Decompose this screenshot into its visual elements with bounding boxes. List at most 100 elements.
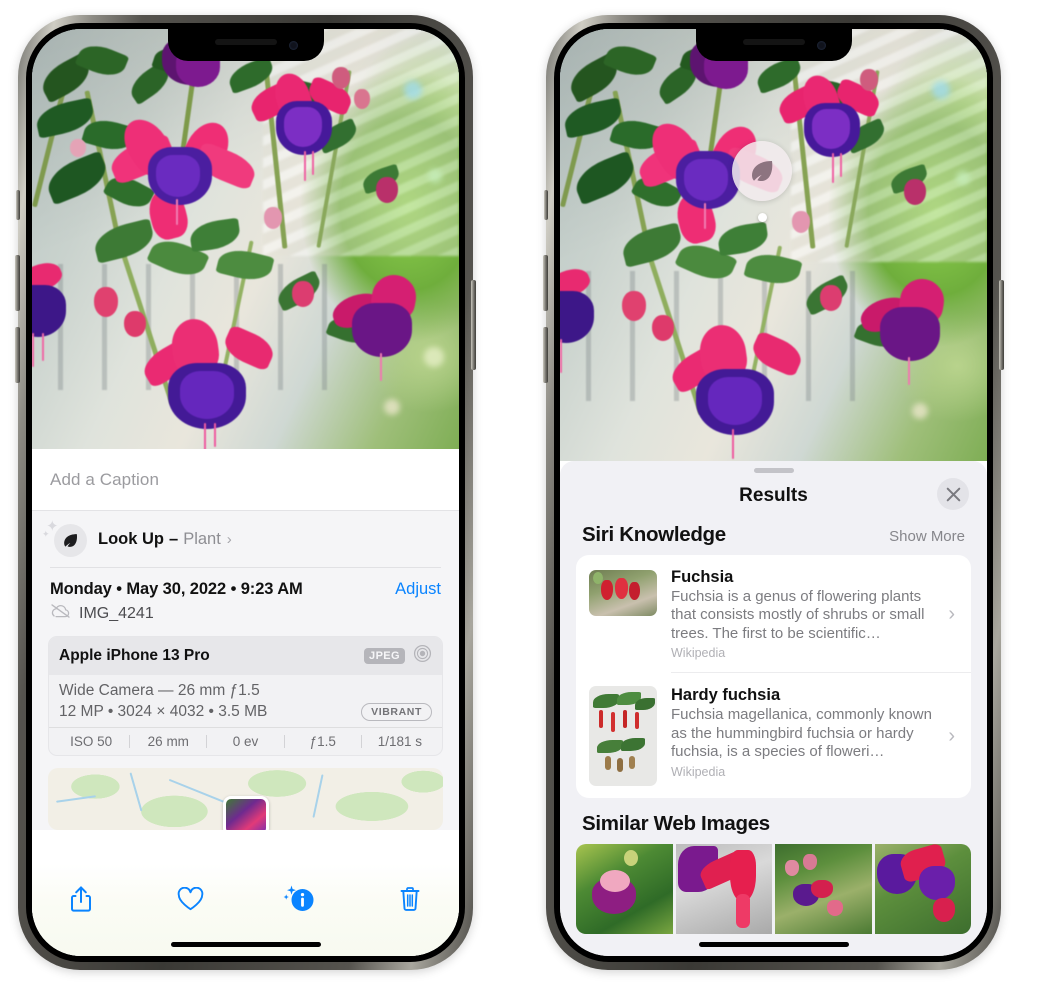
look-up-subject: Plant	[183, 529, 221, 548]
knowledge-description: Fuchsia is a genus of flowering plants t…	[671, 587, 925, 642]
front-camera-icon	[288, 41, 298, 50]
exif-size-row: 12 MP • 3024 × 4032 • 3.5 MB VIBRANT	[59, 703, 432, 721]
exif-device: Apple iPhone 13 Pro	[59, 647, 210, 664]
web-image-2[interactable]	[675, 844, 772, 935]
leaf-icon	[732, 141, 792, 201]
home-indicator[interactable]	[698, 942, 849, 947]
delete-button[interactable]	[389, 878, 431, 920]
look-up-row[interactable]: ✦ ✦ Look Up – Plant ›	[32, 511, 459, 567]
photo-flower	[560, 263, 628, 385]
photo-flower	[856, 275, 980, 389]
adjust-button[interactable]: Adjust	[395, 580, 441, 599]
badge-anchor-dot	[757, 213, 767, 222]
exif-body: Wide Camera — 26 mm ƒ1.5 12 MP • 3024 × …	[49, 675, 442, 727]
location-map[interactable]	[48, 768, 443, 830]
caption-placeholder: Add a Caption	[50, 469, 160, 489]
volume-up-button[interactable]	[15, 255, 20, 311]
silent-switch[interactable]	[544, 190, 548, 220]
photo-flower	[774, 70, 888, 195]
style-badge: VIBRANT	[361, 703, 432, 721]
leaf-icon	[54, 524, 87, 557]
knowledge-thumbnail	[589, 686, 657, 787]
volume-down-button[interactable]	[15, 327, 20, 383]
knowledge-title: Hardy fuchsia	[671, 686, 781, 705]
look-up-label: Look Up	[98, 529, 164, 548]
caption-field[interactable]: Add a Caption	[32, 449, 459, 511]
web-image-4[interactable]	[874, 844, 971, 935]
photo-viewer[interactable]	[32, 29, 459, 449]
close-button[interactable]	[937, 478, 969, 510]
favorite-button[interactable]	[170, 878, 212, 920]
results-sheet: Results Siri Knowledge Show More Fuchsia…	[560, 461, 987, 956]
exif-header-badges: JPEG	[364, 644, 432, 668]
left-phone-frame: Add a Caption ✦ ✦ Look Up – Plant › Mond…	[15, 15, 476, 970]
exif-card: Apple iPhone 13 Pro JPEG Wide Camera — 2…	[48, 636, 443, 756]
device-notch	[695, 29, 852, 61]
photo-date: Monday • May 30, 2022 • 9:23 AM	[50, 580, 303, 598]
exif-stat-shutter: 1/181 s	[377, 734, 423, 749]
siri-knowledge-title: Siri Knowledge	[582, 523, 726, 546]
knowledge-text: Hardy fuchsia Fuchsia magellanica, commo…	[657, 686, 948, 778]
info-button[interactable]	[279, 878, 321, 920]
show-more-button[interactable]: Show More	[889, 528, 965, 545]
knowledge-row[interactable]: Fuchsia Fuchsia is a genus of flowering …	[576, 555, 971, 672]
similar-web-images-strip[interactable]	[576, 844, 971, 935]
right-phone-bezel: Results Siri Knowledge Show More Fuchsia…	[554, 23, 993, 962]
front-camera-icon	[816, 41, 826, 50]
photo-viewer[interactable]	[560, 29, 987, 461]
share-button[interactable]	[60, 878, 102, 920]
volume-up-button[interactable]	[543, 255, 548, 311]
photo-flower	[328, 271, 452, 385]
right-phone-screen: Results Siri Knowledge Show More Fuchsia…	[560, 29, 987, 956]
exif-stat-iso: ISO 50	[70, 734, 113, 749]
silent-switch[interactable]	[16, 190, 20, 220]
exif-stat-aperture: ƒ1.5	[309, 734, 336, 749]
map-photo-pin[interactable]	[222, 796, 269, 830]
right-phone-frame: Results Siri Knowledge Show More Fuchsia…	[543, 15, 1004, 970]
photo-flower	[666, 322, 810, 459]
device-notch	[167, 29, 324, 61]
visual-look-up-badge[interactable]	[732, 141, 792, 222]
exif-lens: Wide Camera — 26 mm ƒ1.5	[59, 682, 260, 699]
home-indicator[interactable]	[170, 942, 321, 947]
file-row: IMG_4241	[32, 599, 459, 634]
web-image-1[interactable]	[576, 844, 673, 935]
earpiece-speaker-icon	[742, 39, 805, 45]
chevron-right-icon: ›	[948, 602, 955, 625]
knowledge-source: Wikipedia	[671, 764, 726, 779]
knowledge-row[interactable]: Hardy fuchsia Fuchsia magellanica, commo…	[576, 673, 971, 798]
siri-knowledge-header: Siri Knowledge Show More	[560, 519, 987, 555]
results-title: Results	[739, 485, 808, 506]
left-phone-screen: Add a Caption ✦ ✦ Look Up – Plant › Mond…	[32, 29, 459, 956]
exif-header: Apple iPhone 13 Pro JPEG	[49, 637, 442, 675]
map-pin-thumbnail	[225, 799, 266, 830]
photo-info-sheet: Add a Caption ✦ ✦ Look Up – Plant › Mond…	[32, 449, 459, 956]
exif-size: 12 MP • 3024 × 4032 • 3.5 MB	[59, 703, 268, 720]
aperture-icon	[413, 644, 432, 668]
date-row: Monday • May 30, 2022 • 9:23 AM Adjust	[32, 568, 459, 599]
knowledge-text: Fuchsia Fuchsia is a genus of flowering …	[657, 568, 948, 660]
knowledge-thumbnail	[589, 570, 657, 616]
icloud-slash-icon	[50, 603, 71, 624]
file-name: IMG_4241	[79, 604, 154, 622]
format-badge: JPEG	[364, 648, 405, 664]
look-up-block: ✦ ✦ Look Up – Plant › Monday • May 30, 2…	[32, 511, 459, 830]
chevron-right-icon: ›	[948, 724, 955, 747]
sparkle-small-icon: ✦	[42, 529, 50, 539]
results-header: Results	[560, 473, 987, 519]
photo-flower	[32, 257, 100, 379]
photo-flower	[106, 110, 260, 243]
earpiece-speaker-icon	[214, 39, 277, 45]
power-button[interactable]	[999, 280, 1004, 370]
volume-down-button[interactable]	[543, 327, 548, 383]
similar-web-images-title: Similar Web Images	[582, 812, 770, 836]
exif-stat-ev: 0 ev	[232, 734, 259, 749]
left-phone-bezel: Add a Caption ✦ ✦ Look Up – Plant › Mond…	[26, 23, 465, 962]
knowledge-title: Fuchsia	[671, 568, 734, 586]
exif-stats: ISO 50 26 mm 0 ev ƒ1.5 1/181 s	[49, 727, 442, 755]
similar-web-images-header: Similar Web Images	[560, 798, 987, 844]
photo-flower	[246, 68, 360, 193]
web-image-3[interactable]	[775, 844, 872, 935]
look-up-text: Look Up – Plant ›	[98, 530, 232, 549]
power-button[interactable]	[471, 280, 476, 370]
